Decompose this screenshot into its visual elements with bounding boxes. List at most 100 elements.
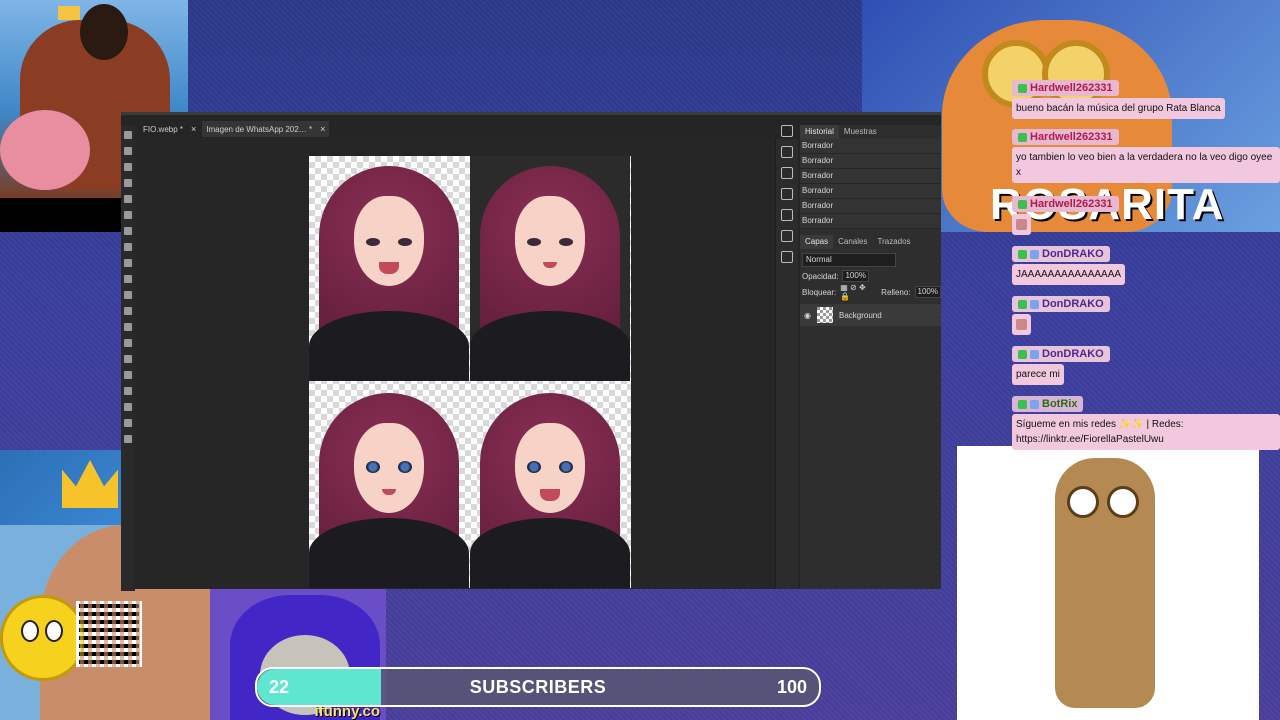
brush-settings-icon[interactable] [781, 167, 793, 179]
subscriber-badge-icon [1030, 349, 1039, 359]
canvas-area[interactable] [135, 139, 775, 589]
image-icon[interactable] [781, 251, 793, 263]
chat-emote [1012, 314, 1031, 335]
tab-historial[interactable]: Historial [800, 125, 839, 139]
tab-label: Imagen de WhatsApp 202… * [206, 124, 313, 134]
move-tool-icon[interactable] [124, 131, 132, 139]
tab-muestras[interactable]: Muestras [839, 125, 882, 139]
portrait-eyes-closed [470, 156, 630, 381]
layer-name: Background [838, 310, 882, 320]
shape-tool-icon[interactable] [124, 387, 132, 395]
lasso-tool-icon[interactable] [124, 163, 132, 171]
chat-username: DonDRAKO [1012, 246, 1110, 262]
moderator-badge-icon [1018, 349, 1027, 359]
blend-mode-value: Normal [806, 255, 832, 264]
crown-icon [58, 6, 80, 20]
type-tool-icon[interactable] [124, 355, 132, 363]
crop-tool-icon[interactable] [124, 195, 132, 203]
crown-icon [62, 460, 118, 508]
chat-message: Hardwell262331 bueno bacán la música del… [1012, 80, 1280, 119]
photo-editor-window[interactable]: FIO.webp * × Imagen de WhatsApp 202… * × [121, 112, 941, 591]
moderator-badge-icon [1018, 132, 1027, 142]
tab-label: FIO.webp * [143, 124, 184, 134]
chat-username: DonDRAKO [1012, 346, 1110, 362]
meme-image-bottomright [957, 446, 1259, 720]
moderator-badge-icon [1018, 399, 1027, 409]
eyedropper-tool-icon[interactable] [124, 211, 132, 219]
chat-username: DonDRAKO [1012, 296, 1110, 312]
tab-trazados[interactable]: Trazados [872, 235, 915, 249]
chat-username: Hardwell262331 [1012, 196, 1119, 212]
brush-tool-icon[interactable] [124, 243, 132, 251]
path-select-tool-icon[interactable] [124, 371, 132, 379]
opacity-input[interactable]: 100% [842, 270, 869, 282]
lock-label: Bloquear: [802, 287, 837, 297]
chat-text: Sígueme en mis redes ✨✨ | Redes: https:/… [1012, 414, 1280, 450]
lock-icon[interactable]: ▦ ⊘ ✥ 🔒 [840, 283, 877, 301]
history-panel-tabs: Historial Muestras [800, 125, 941, 139]
toolbar [121, 125, 135, 591]
chat-text: yo tambien lo veo bien a la verdadera no… [1012, 147, 1280, 183]
layers-icon[interactable] [781, 230, 793, 242]
close-icon[interactable]: × [191, 124, 196, 134]
fill-input[interactable]: 100% [914, 286, 941, 298]
subscriber-badge-icon [1030, 299, 1039, 309]
panel-icon-bar [776, 125, 798, 263]
tab-capas[interactable]: Capas [800, 235, 834, 249]
opacity-row: Opacidad: 100% [800, 268, 941, 284]
heal-tool-icon[interactable] [124, 227, 132, 235]
portrait-eyes-open [309, 383, 469, 588]
document-canvas[interactable] [309, 156, 631, 588]
moderator-badge-icon [1018, 299, 1027, 309]
paragraph-icon[interactable] [781, 209, 793, 221]
stamp-tool-icon[interactable] [124, 259, 132, 267]
history-item[interactable]: Borrador [800, 214, 941, 229]
opacity-label: Opacidad: [802, 271, 839, 281]
document-tabs: FIO.webp * × Imagen de WhatsApp 202… * × [139, 121, 330, 137]
bot-badge-icon [1030, 399, 1039, 409]
moderator-badge-icon [1018, 83, 1027, 93]
emote-icon [1016, 318, 1027, 330]
chat-username: Hardwell262331 [1012, 129, 1119, 145]
qr-code [76, 601, 142, 667]
wand-tool-icon[interactable] [124, 179, 132, 187]
history-item[interactable]: Borrador [800, 139, 941, 154]
zoom-tool-icon[interactable] [124, 419, 132, 427]
hand-tool-icon[interactable] [124, 403, 132, 411]
history-list: Borrador Borrador Borrador Borrador Borr… [800, 139, 941, 229]
chat-text: bueno bacán la música del grupo Rata Bla… [1012, 98, 1225, 119]
history-item[interactable]: Borrador [800, 199, 941, 214]
history-item[interactable]: Borrador [800, 169, 941, 184]
visibility-eye-icon[interactable]: ◉ [804, 311, 811, 320]
history-item[interactable]: Borrador [800, 184, 941, 199]
properties-icon[interactable] [781, 146, 793, 158]
tab-fio[interactable]: FIO.webp * × [139, 121, 200, 137]
history-item[interactable]: Borrador [800, 154, 941, 169]
blend-mode-select[interactable]: Normal [802, 253, 896, 267]
eraser-tool-icon[interactable] [124, 275, 132, 283]
chat-emote [1012, 214, 1031, 235]
fill-label: Relleno: [881, 287, 911, 297]
subscriber-label: SUBSCRIBERS [469, 677, 607, 697]
chat-message: Hardwell262331 [1012, 196, 1280, 235]
right-panel: Historial Muestras Borrador Borrador Bor… [800, 125, 941, 589]
color-swatch-icon[interactable] [124, 435, 132, 443]
pen-tool-icon[interactable] [124, 339, 132, 347]
portrait-surprised [470, 383, 630, 588]
info-icon[interactable] [781, 125, 793, 137]
gradient-tool-icon[interactable] [124, 291, 132, 299]
chat-username: BotRix [1012, 396, 1084, 412]
close-icon[interactable]: × [320, 124, 325, 134]
blur-tool-icon[interactable] [124, 307, 132, 315]
chat-username: Hardwell262331 [1012, 80, 1119, 96]
tab-whatsapp-image[interactable]: Imagen de WhatsApp 202… * × [202, 121, 330, 137]
chat-message: DonDRAKO parece mi [1012, 346, 1280, 385]
marquee-tool-icon[interactable] [124, 147, 132, 155]
tab-canales[interactable]: Canales [833, 235, 872, 249]
moderator-badge-icon [1018, 249, 1027, 259]
character-icon[interactable] [781, 188, 793, 200]
dodge-tool-icon[interactable] [124, 323, 132, 331]
layer-row-background[interactable]: ◉ Background [800, 304, 941, 326]
chat-text: JAAAAAAAAAAAAAAA [1012, 264, 1126, 285]
lock-row: Bloquear: ▦ ⊘ ✥ 🔒 Relleno: 100% [800, 283, 941, 301]
